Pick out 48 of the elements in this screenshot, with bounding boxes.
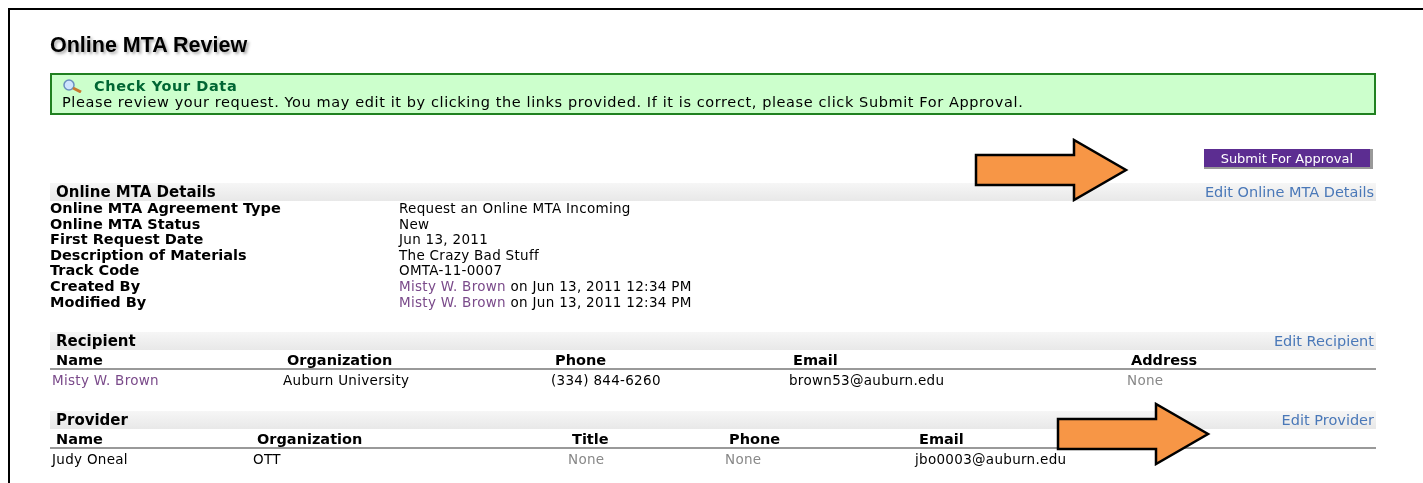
- field-label: Description of Materials: [50, 247, 248, 264]
- field-label: First Request Date: [50, 232, 205, 248]
- field-value: New: [399, 215, 430, 232]
- table-cell: brown53@auburn.edu: [789, 371, 945, 388]
- section-title: Provider: [56, 411, 128, 430]
- field-value: The Crazy Bad Stuff: [399, 246, 540, 263]
- search-icon: [62, 79, 84, 93]
- page-title: Online MTA Review: [50, 32, 249, 59]
- field-label: Track Code: [50, 263, 140, 279]
- table-cell: OTT: [253, 450, 281, 467]
- table-cell: None: [725, 450, 762, 467]
- field-value: on Jun 13, 2011 12:34 PM: [510, 277, 692, 294]
- column-header: Name: [56, 431, 104, 448]
- edit-link[interactable]: Edit Recipient: [1273, 333, 1374, 350]
- field-value: Request an Online MTA Incoming: [399, 200, 631, 216]
- table-cell: None: [568, 450, 605, 467]
- edit-link[interactable]: Edit Provider: [1281, 412, 1374, 429]
- section-title: Recipient: [56, 332, 136, 351]
- section-title: Online MTA Details: [56, 183, 216, 201]
- notice-message: Please review your request. You may edit it by clicking the links provided. If it is correct, please click Submit For Approval.: [62, 94, 1025, 110]
- field-value: on Jun 13, 2011 12:34 PM: [510, 293, 692, 310]
- column-header: Name: [56, 352, 104, 369]
- column-header: Email: [793, 352, 839, 369]
- table-cell: (334) 844-6260: [551, 371, 661, 388]
- person-link[interactable]: Misty W. Brown: [52, 371, 159, 388]
- submit-button[interactable]: Submit For Approval: [1203, 149, 1373, 169]
- edit-link[interactable]: Edit Online MTA Details: [1204, 184, 1374, 200]
- column-header: Email: [919, 431, 965, 448]
- column-header: Phone: [555, 352, 608, 369]
- person-link[interactable]: Misty W. Brown: [399, 293, 506, 310]
- notice-title: Check Your Data: [94, 78, 238, 94]
- column-header: Organization: [257, 431, 364, 448]
- table-cell: None: [1127, 371, 1164, 388]
- table-cell: Judy Oneal: [52, 450, 128, 467]
- field-label: Modified By: [50, 294, 148, 311]
- person-link[interactable]: Misty W. Brown: [399, 277, 506, 294]
- table-cell: jbo0003@auburn.edu: [915, 450, 1067, 467]
- table-cell: Auburn University: [283, 371, 410, 388]
- field-value: OMTA-11-0007: [399, 262, 503, 279]
- field-label: Online MTA Status: [50, 216, 201, 233]
- field-label: Online MTA Agreement Type: [50, 201, 282, 217]
- field-label: Created By: [50, 278, 142, 295]
- column-header: Organization: [287, 352, 394, 369]
- column-header: Title: [572, 431, 610, 448]
- field-value: Jun 13, 2011: [399, 231, 489, 248]
- column-header: Address: [1131, 352, 1199, 369]
- arrow-icon: [974, 138, 1129, 202]
- column-header: Phone: [729, 431, 782, 448]
